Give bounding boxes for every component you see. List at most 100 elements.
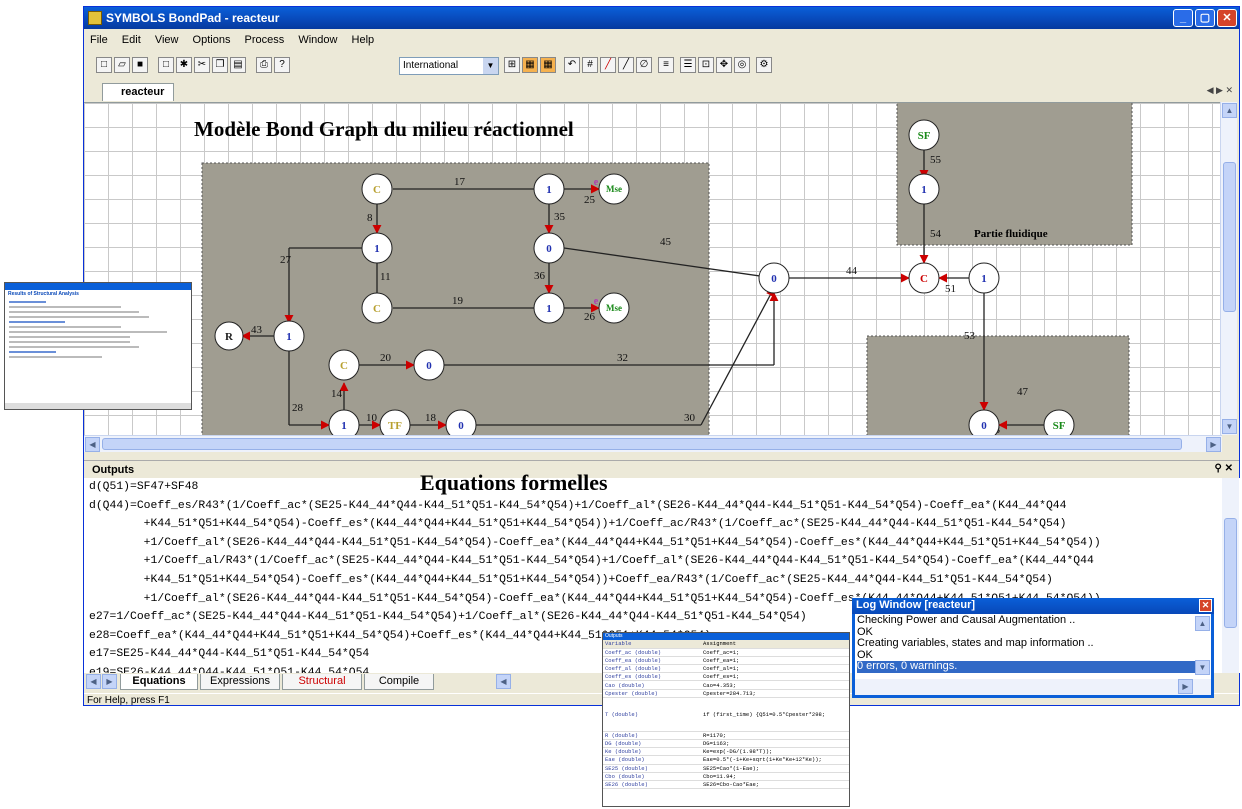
menu-process[interactable]: Process <box>245 34 285 46</box>
save-icon[interactable]: ■ <box>132 57 148 73</box>
bond-graph-canvas[interactable]: 17 25 8 35 45 27 36 44 11 19 26 51 43 54… <box>84 102 1222 435</box>
undo-icon[interactable]: ↶ <box>564 57 580 73</box>
resistor-r[interactable]: R <box>214 321 244 351</box>
target-icon[interactable]: ◎ <box>734 57 750 73</box>
variables-popup[interactable]: Outputs Variable Assignment Coeff_ac (dou… <box>602 632 850 807</box>
language-combo[interactable]: International ▼ <box>399 57 499 75</box>
log-line-selected[interactable]: 0 errors, 0 warnings. <box>857 660 1195 673</box>
junction-0[interactable]: 0 <box>413 349 445 381</box>
storage-c[interactable]: C <box>908 262 940 294</box>
source-sf[interactable]: SF <box>908 119 940 151</box>
scroll-thumb[interactable] <box>1223 162 1236 312</box>
log-window[interactable]: Log Window [reacteur] ✕ Checking Power a… <box>852 598 1214 698</box>
menu-options[interactable]: Options <box>193 34 231 46</box>
run-icon[interactable]: ⚙ <box>756 57 772 73</box>
scroll-up-icon[interactable]: ▲ <box>1195 616 1210 631</box>
table-row[interactable]: Cpester (double) Cpester=284.713; <box>603 689 849 698</box>
menu-help[interactable]: Help <box>352 34 375 46</box>
paste-icon[interactable]: ▤ <box>230 57 246 73</box>
menu-window[interactable]: Window <box>298 34 337 46</box>
tab-structural[interactable]: Structural <box>282 674 362 690</box>
scroll-left-icon[interactable]: ◀ <box>496 674 511 689</box>
table-row[interactable]: Coeff_es (double) Coeff_es=1; <box>603 672 849 682</box>
help-icon[interactable]: ? <box>274 57 290 73</box>
junction-0[interactable]: 0 <box>968 409 1000 435</box>
junction-1[interactable]: 1 <box>968 262 1000 294</box>
table-row[interactable]: Cbo (double) Cbo=11.94; <box>603 772 849 781</box>
select-icon[interactable]: □ <box>158 57 174 73</box>
tab-expressions[interactable]: Expressions <box>200 674 280 690</box>
table-row[interactable]: DG (double) DG=1163; <box>603 739 849 749</box>
structural-analysis-popup[interactable]: Results of Structural Analysis <box>4 282 192 410</box>
pin-close-icon[interactable]: ⚲ ✕ <box>1215 463 1233 474</box>
grid-fine-icon[interactable]: ▦ <box>540 57 556 73</box>
storage-c[interactable]: C <box>328 349 360 381</box>
table-row[interactable]: SE25 (double) SE25=Cao*(1-Eae); <box>603 764 849 773</box>
tab-reacteur[interactable]: reacteur <box>102 83 174 101</box>
storage-c[interactable]: C <box>361 292 393 324</box>
canvas-horizontal-scrollbar[interactable]: ◀ ▶ <box>84 435 1222 452</box>
menu-view[interactable]: View <box>155 34 179 46</box>
scroll-down-icon[interactable]: ▼ <box>1195 660 1210 675</box>
hash-icon[interactable]: # <box>582 57 598 73</box>
tab-equations[interactable]: Equations <box>120 674 198 690</box>
source-mse[interactable]: Mse <box>598 173 630 205</box>
menu-file[interactable]: File <box>90 34 108 46</box>
table-row[interactable]: Eae (double) Eae=0.5*(-1+Ke+sqrt(1+Ke*Ke+… <box>603 755 849 765</box>
move-icon[interactable]: ✥ <box>716 57 732 73</box>
print-icon[interactable]: ⎙ <box>256 57 272 73</box>
junction-0[interactable]: 0 <box>533 232 565 264</box>
table-row[interactable]: T (double) if (first_time) {Q51=0.5*Cpest… <box>603 697 849 732</box>
scroll-thumb[interactable] <box>1224 518 1237 628</box>
junction-0[interactable]: 0 <box>445 409 477 435</box>
junction-1[interactable]: 1 <box>361 232 393 264</box>
table-row[interactable]: Coeff_ea (double) Coeff_ea=1; <box>603 656 849 666</box>
close-icon[interactable]: ✕ <box>1199 599 1212 612</box>
cut-icon[interactable]: ✂ <box>194 57 210 73</box>
close-button[interactable]: ✕ <box>1217 9 1237 27</box>
pointer-icon[interactable]: ✱ <box>176 57 192 73</box>
equations-icon[interactable]: ≡ <box>658 57 674 73</box>
table-row[interactable]: Coeff_ac (double) Coeff_ac=1; <box>603 648 849 657</box>
open-icon[interactable]: ▱ <box>114 57 130 73</box>
menu-edit[interactable]: Edit <box>122 34 141 46</box>
junction-1[interactable]: 1 <box>908 173 940 205</box>
table-row[interactable]: Coeff_al (double) Coeff_al=1; <box>603 664 849 674</box>
bond-graph[interactable]: 17 25 8 35 45 27 36 44 11 19 26 51 43 54… <box>84 103 1222 435</box>
minimize-button[interactable]: _ <box>1173 9 1193 27</box>
junction-1[interactable]: 1 <box>328 409 360 435</box>
scroll-left-icon[interactable]: ◀ <box>85 437 100 452</box>
scroll-thumb[interactable] <box>102 438 1182 450</box>
tab-next-icon[interactable]: ▶ <box>102 674 117 689</box>
table-row[interactable]: SE26 (double) SE26=Cbo-Cao*Eae; <box>603 780 849 790</box>
copy-icon[interactable]: ❐ <box>212 57 228 73</box>
source-mse[interactable]: Mse <box>598 292 630 324</box>
junction-0[interactable]: 0 <box>758 262 790 294</box>
junction-1[interactable]: 1 <box>533 173 565 205</box>
line-icon[interactable]: ╱ <box>618 57 634 73</box>
scroll-down-icon[interactable]: ▼ <box>1222 419 1237 434</box>
junction-1[interactable]: 1 <box>273 320 305 352</box>
bond-icon[interactable]: ╱ <box>600 57 616 73</box>
grid-icon[interactable]: ▦ <box>522 57 538 73</box>
source-sf[interactable]: SF <box>1043 409 1075 435</box>
causal-icon[interactable]: ∅ <box>636 57 652 73</box>
outputs-vertical-scrollbar[interactable] <box>1222 478 1239 673</box>
tab-prev-icon[interactable]: ◀ <box>86 674 101 689</box>
new-icon[interactable]: □ <box>96 57 112 73</box>
chevron-down-icon[interactable]: ▼ <box>483 58 498 74</box>
table-row[interactable]: R (double) R=1170; <box>603 731 849 741</box>
table-row[interactable]: Cao (double) Cao=4.353; <box>603 680 849 690</box>
transformer-tf[interactable]: TF <box>379 409 411 435</box>
scroll-up-icon[interactable]: ▲ <box>1222 103 1237 118</box>
scroll-right-icon[interactable]: ▶ <box>1206 437 1221 452</box>
maximize-button[interactable]: ▢ <box>1195 9 1215 27</box>
calc-icon[interactable]: ⊡ <box>698 57 714 73</box>
grid-snap-icon[interactable]: ⊞ <box>504 57 520 73</box>
table-row[interactable]: Ke (double) Ke=exp(-DG/(1.98*T)); <box>603 747 849 757</box>
junction-1[interactable]: 1 <box>533 292 565 324</box>
canvas-vertical-scrollbar[interactable]: ▲ ▼ <box>1220 102 1237 435</box>
storage-c[interactable]: C <box>361 173 393 205</box>
tab-scroll-controls[interactable]: ◀ ▶ ✕ <box>1207 85 1233 96</box>
scroll-right-icon[interactable]: ▶ <box>1178 679 1193 694</box>
